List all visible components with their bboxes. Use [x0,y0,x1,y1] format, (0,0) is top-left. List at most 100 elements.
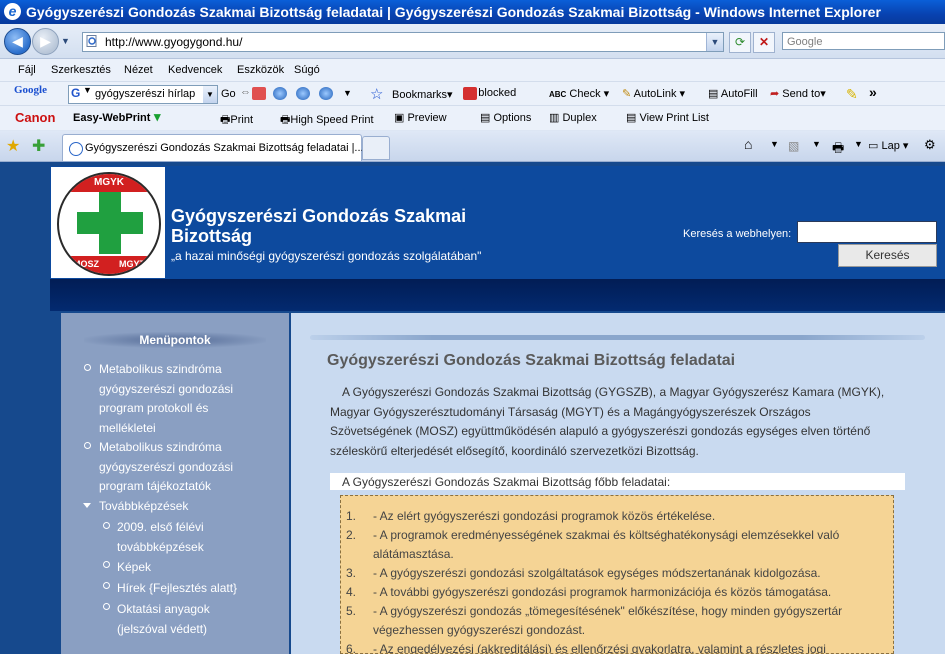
google-prev-icon[interactable]: ⇔ [240,86,251,98]
forward-button[interactable]: ▶ [32,28,59,55]
bullet-icon [103,522,110,529]
news-icon [252,87,266,100]
list-item-text: - A programok eredményességének szakmai … [373,528,840,542]
back-button[interactable]: ◀ [4,28,31,55]
logo-cross-horizontal [77,212,143,234]
bookmarks-label: Bookmarks [392,89,448,101]
sidebar-subitem-oktatasi[interactable]: Oktatási anyagok (jelszóval védett) [117,600,282,639]
list-item-text: - A gyógyszerészi gondozási szolgáltatás… [373,566,821,580]
home-dropdown-icon[interactable]: ▼ [770,139,779,149]
sidebar-item-line: Oktatási anyagok [117,602,210,616]
page-menu-label: Lap [881,140,900,152]
add-favorite-icon[interactable]: ✚ [32,136,45,156]
list-item-number: 1. [346,509,357,523]
window-title: Gyógyszerészi Gondozás Szakmai Bizottság… [26,4,881,20]
list-item-number: 2. [346,528,357,542]
print-dropdown-icon[interactable]: ▼ [854,139,863,149]
site-search-button[interactable]: Keresés [838,244,937,267]
sidebar-subitem-hirek[interactable]: Hírek {Fejlesztés alatt} [117,579,237,599]
refresh-icon[interactable]: ⟳ [729,32,751,53]
canon-print-label: Print [230,114,254,126]
spellcheck-button[interactable]: ABC Check ▾ [549,87,609,100]
site-search-label: Keresés a webhelyen: [683,228,792,240]
sidebar-item-line: továbbképzések [117,539,204,554]
search-input[interactable]: Google [782,32,945,50]
address-box[interactable]: http://www.gyogygond.hu/ ▼ [82,32,724,52]
page-menu[interactable]: ▭ Lap ▾ [868,139,908,152]
stop-icon[interactable]: ✕ [753,32,775,53]
menu-file[interactable]: Fájl [18,64,36,76]
google-g-icon: G [71,86,81,100]
sidebar-item-line: Metabolikus szindróma [99,440,222,454]
expanded-triangle-icon[interactable] [83,503,91,508]
tasks-title: A Gyógyszerészi Gondozás Szakmai Bizotts… [342,475,671,489]
autolink-button[interactable]: ✎ AutoLink ▾ [622,87,685,100]
address-dropdown-icon[interactable]: ▼ [706,33,723,51]
list-item-number: 4. [346,585,357,599]
google-query[interactable]: gyógyszerészi hírlap [95,88,195,100]
sidebar-item-metabolikus-tajekoztatok[interactable]: Metabolikus szindróma gyógyszerészi gond… [99,438,279,497]
google-logo[interactable]: Google [14,84,47,96]
site-search-input[interactable] [797,221,937,243]
google-more-dropdown-icon[interactable]: ▼ [343,88,352,98]
menu-view[interactable]: Nézet [124,64,153,76]
menu-bar: Fájl Szerkesztés Nézet Kedvencek Eszközö… [0,59,945,81]
canon-print-button[interactable]: 🖶Print [220,111,253,130]
tasks-title-bar: A Gyógyszerészi Gondozás Szakmai Bizotts… [330,473,905,490]
highlight-icon[interactable]: ✎ [846,86,858,103]
sidebar-item-line: 2009. első félévi [117,520,204,534]
options-button[interactable]: ▤ Options [480,111,531,124]
menu-help[interactable]: Súgó [294,64,320,76]
sidebar-item-line: Metabolikus szindróma [99,362,222,376]
autofill-button[interactable]: ▤ AutoFill [708,87,758,100]
view-print-list-label: View Print List [639,112,709,124]
sidebar-item-metabolikus-protokoll[interactable]: Metabolikus szindróma gyógyszerészi gond… [99,360,279,438]
page-icon [86,35,97,47]
autofill-icon: ▤ [708,88,719,100]
history-dropdown-icon[interactable]: ▼ [61,36,70,46]
popup-blocker-icon [463,87,477,100]
toolbar-overflow-button[interactable]: » [869,84,877,100]
sidebar-subitem-2009[interactable]: 2009. első félévi továbbképzések [117,518,282,557]
tools-gear-icon[interactable]: ⚙ [924,137,936,153]
google-go-button[interactable]: Go [221,88,236,100]
site-logo[interactable]: MGYK MOSZ MGYT [51,167,165,278]
google-g-dropdown-icon[interactable]: ▼ [83,85,92,95]
google-search-field[interactable]: G ▼ gyógyszerészi hírlap ▼ [68,85,218,104]
view-print-list-button[interactable]: ▤ View Print List [626,111,709,124]
globe-icon [273,87,287,100]
page-menu-icon: ▭ [868,140,879,152]
list-item-number: 3. [346,566,357,580]
logo-top-text: MGYK [59,174,159,192]
tasks-list: 1. - Az elért gyógyszerészi gondozási pr… [340,495,894,654]
home-icon[interactable]: ⌂ [744,136,752,152]
send-to-button[interactable]: ➦ Send to▾ [770,87,826,100]
favorites-star-icon[interactable]: ★ [6,136,20,156]
menu-edit[interactable]: Szerkesztés [51,64,111,76]
google-query-dropdown-icon[interactable]: ▼ [203,86,217,103]
preview-icon: ▣ [394,112,405,124]
sidebar-subitem-kepek[interactable]: Képek [117,558,151,578]
sidebar-item-tovabbkepzesek[interactable]: Továbbképzések [99,497,188,517]
popup-blocker-button[interactable]: 62 blocked [463,87,516,100]
url-text[interactable]: http://www.gyogygond.hu/ [105,35,242,49]
feeds-dropdown-icon[interactable]: ▼ [812,139,821,149]
easy-webprint-menu[interactable]: Easy-WebPrint ▾ [73,109,161,125]
bookmarks-button[interactable]: Bookmarks▾ [392,88,453,101]
bookmarks-star-icon[interactable]: ☆ [370,85,383,103]
menu-favorites[interactable]: Kedvencek [168,64,222,76]
list-item-text: - Az engedélyezési (akkreditálási) és el… [373,642,826,654]
new-tab-button[interactable] [362,136,390,160]
duplex-button[interactable]: ▥ Duplex [549,111,597,124]
high-speed-print-button[interactable]: 🖶High Speed Print [280,111,374,130]
list-item-text: alátámasztása. [373,547,454,561]
preview-button[interactable]: ▣ Preview [394,111,447,124]
tab-current[interactable]: Gyógyszerészi Gondozás Szakmai Bizottság… [62,134,364,161]
menu-tools[interactable]: Eszközök [237,64,284,76]
options-label: Options [493,112,532,124]
feeds-icon[interactable]: ▧ [788,139,799,153]
print-icon[interactable]: 🖶 [832,139,844,161]
intro-line: széleskörű elterjedését elősegítő, koord… [330,443,699,458]
printer-icon: 🖶 [280,114,291,126]
content-divider [310,335,925,340]
